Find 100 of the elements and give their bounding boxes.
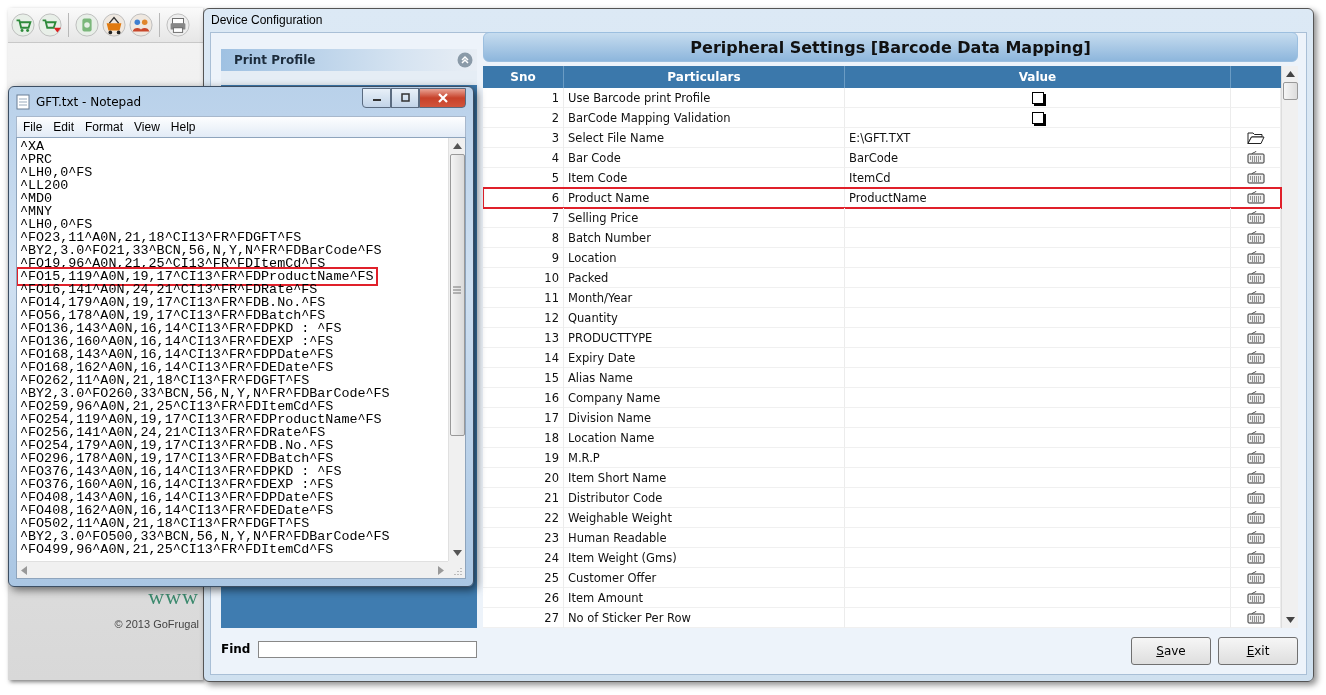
scroll-up-icon[interactable] bbox=[1285, 71, 1295, 77]
text-line: ^FO408,143^A0N,16,14^CI13^FR^FDPDate^FS bbox=[19, 491, 335, 504]
keyboard-icon[interactable] bbox=[1246, 310, 1265, 325]
maximize-icon bbox=[399, 93, 411, 103]
table-row[interactable]: 14 Expiry Date bbox=[483, 348, 1281, 368]
text-line: ^BY2,3.0^FO260,33^BCN,56,N,Y,N^FR^FDBarCode^FS bbox=[19, 387, 391, 400]
table-row[interactable]: 1 Use Barcode print Profile bbox=[483, 88, 1281, 108]
table-row[interactable]: 23 Human Readable bbox=[483, 528, 1281, 548]
keyboard-icon[interactable] bbox=[1246, 190, 1265, 205]
printer-icon[interactable] bbox=[166, 13, 190, 37]
keyboard-icon[interactable] bbox=[1246, 530, 1265, 545]
scroll-left-icon[interactable] bbox=[21, 565, 27, 575]
table-cell: 15 bbox=[544, 370, 559, 385]
table-row[interactable]: 18 Location Name bbox=[483, 428, 1281, 448]
table-row[interactable]: 2 BarCode Mapping Validation bbox=[483, 108, 1281, 128]
table-cell: No of Sticker Per Row bbox=[568, 610, 691, 625]
scrollbar[interactable] bbox=[448, 138, 465, 561]
table-cell: Quantity bbox=[568, 310, 618, 325]
keyboard-icon[interactable] bbox=[1246, 470, 1265, 485]
table-row[interactable]: 21 Distributor Code bbox=[483, 488, 1281, 508]
text-line: ^FO136,160^A0N,16,14^CI13^FR^FDEXP :^FS bbox=[19, 335, 335, 348]
keyboard-icon[interactable] bbox=[1246, 150, 1265, 165]
table-row[interactable]: 13 PRODUCTTYPE bbox=[483, 328, 1281, 348]
scroll-down-icon[interactable] bbox=[1285, 617, 1295, 623]
table-row[interactable]: 17 Division Name bbox=[483, 408, 1281, 428]
table-row[interactable]: 20 Item Short Name bbox=[483, 468, 1281, 488]
cart-icon[interactable] bbox=[38, 13, 62, 37]
people-icon[interactable] bbox=[129, 13, 153, 37]
menu-item[interactable]: File bbox=[17, 120, 48, 134]
collapse-icon[interactable] bbox=[457, 52, 473, 68]
sidebar-header[interactable]: Print Profile bbox=[221, 49, 477, 71]
text-line: ^LH0,0^FS bbox=[19, 218, 94, 231]
minimize-button[interactable] bbox=[362, 88, 391, 108]
table-row[interactable]: 27 No of Sticker Per Row bbox=[483, 608, 1281, 628]
keyboard-icon[interactable] bbox=[1246, 450, 1265, 465]
scrollbar[interactable] bbox=[1281, 66, 1298, 628]
folder-icon[interactable] bbox=[1246, 130, 1265, 145]
table-row[interactable]: 9 Location bbox=[483, 248, 1281, 268]
table-cell: BarCode Mapping Validation bbox=[568, 110, 731, 125]
scroll-up-icon[interactable] bbox=[452, 143, 462, 149]
keyboard-icon[interactable] bbox=[1246, 590, 1265, 605]
keyboard-icon[interactable] bbox=[1246, 230, 1265, 245]
table-row[interactable]: 15 Alias Name bbox=[483, 368, 1281, 388]
table-row[interactable]: 12 Quantity bbox=[483, 308, 1281, 328]
keyboard-icon[interactable] bbox=[1246, 430, 1265, 445]
scroll-down-icon[interactable] bbox=[452, 550, 462, 556]
keyboard-icon[interactable] bbox=[1246, 290, 1265, 305]
keyboard-icon[interactable] bbox=[1246, 550, 1265, 565]
basket-icon[interactable] bbox=[102, 13, 126, 37]
keyboard-icon[interactable] bbox=[1246, 170, 1265, 185]
keyboard-icon[interactable] bbox=[1246, 610, 1265, 625]
scroll-thumb[interactable] bbox=[449, 154, 465, 436]
menu-item[interactable]: Edit bbox=[47, 120, 80, 134]
table-row[interactable]: 5 Item Code ItemCd bbox=[483, 168, 1281, 188]
table-row[interactable]: 22 Weighable Weight bbox=[483, 508, 1281, 528]
keyboard-icon[interactable] bbox=[1246, 270, 1265, 285]
keyboard-icon[interactable] bbox=[1246, 250, 1265, 265]
text-line: ^FO408,162^A0N,16,14^CI13^FR^FDEDate^FS bbox=[19, 504, 335, 517]
table-row[interactable]: 7 Selling Price bbox=[483, 208, 1281, 228]
resize-grip-icon[interactable] bbox=[454, 567, 462, 575]
table-row[interactable]: 26 Item Amount bbox=[483, 588, 1281, 608]
menu-item[interactable]: View bbox=[128, 120, 165, 134]
keyboard-icon[interactable] bbox=[1246, 570, 1265, 585]
table-cell: Product Name bbox=[568, 190, 650, 205]
checkbox[interactable] bbox=[1031, 111, 1044, 124]
highlighted-row[interactable]: 6 Product Name ProductName bbox=[483, 188, 1281, 208]
text-line: ^BY2,3.0^FO21,33^BCN,56,N,Y,N^FR^FDBarCode^FS bbox=[19, 244, 383, 257]
table-row[interactable]: 4 Bar Code BarCode bbox=[483, 148, 1281, 168]
maximize-button[interactable] bbox=[391, 88, 419, 108]
table-row[interactable]: 10 Packed bbox=[483, 268, 1281, 288]
keyboard-icon[interactable] bbox=[1246, 510, 1265, 525]
keyboard-icon[interactable] bbox=[1246, 370, 1265, 385]
table-row[interactable]: 16 Company Name bbox=[483, 388, 1281, 408]
table-row[interactable]: 11 Month/Year bbox=[483, 288, 1281, 308]
table-row[interactable]: 25 Customer Offer bbox=[483, 568, 1281, 588]
dialog-button[interactable]: Exit bbox=[1218, 637, 1298, 665]
menu-item[interactable]: Format bbox=[79, 120, 129, 134]
grip-icon bbox=[453, 286, 461, 294]
keyboard-icon[interactable] bbox=[1246, 390, 1265, 405]
column-header: Particulars bbox=[564, 66, 845, 88]
cart-icon[interactable] bbox=[11, 13, 35, 37]
table-cell: 7 bbox=[551, 210, 559, 225]
keyboard-icon[interactable] bbox=[1246, 210, 1265, 225]
table-row[interactable]: 3 Select File Name E:\GFT.TXT bbox=[483, 128, 1281, 148]
dialog-button[interactable]: Save bbox=[1131, 637, 1211, 665]
keyboard-icon[interactable] bbox=[1246, 410, 1265, 425]
checkbox[interactable] bbox=[1031, 91, 1044, 104]
keyboard-icon[interactable] bbox=[1246, 330, 1265, 345]
scroll-right-icon[interactable] bbox=[438, 565, 444, 575]
menu-item[interactable]: Help bbox=[164, 120, 201, 134]
table-row[interactable]: 24 Item Weight (Gms) bbox=[483, 548, 1281, 568]
keyboard-icon[interactable] bbox=[1246, 350, 1265, 365]
close-button[interactable] bbox=[419, 88, 466, 108]
table-cell: Company Name bbox=[568, 390, 661, 405]
table-row[interactable]: 19 M.R.P bbox=[483, 448, 1281, 468]
scroll-thumb[interactable] bbox=[1282, 82, 1298, 100]
find-field[interactable] bbox=[258, 640, 477, 658]
keyboard-icon[interactable] bbox=[1246, 490, 1265, 505]
horizontal-scrollbar[interactable] bbox=[17, 561, 448, 578]
table-row[interactable]: 8 Batch Number bbox=[483, 228, 1281, 248]
